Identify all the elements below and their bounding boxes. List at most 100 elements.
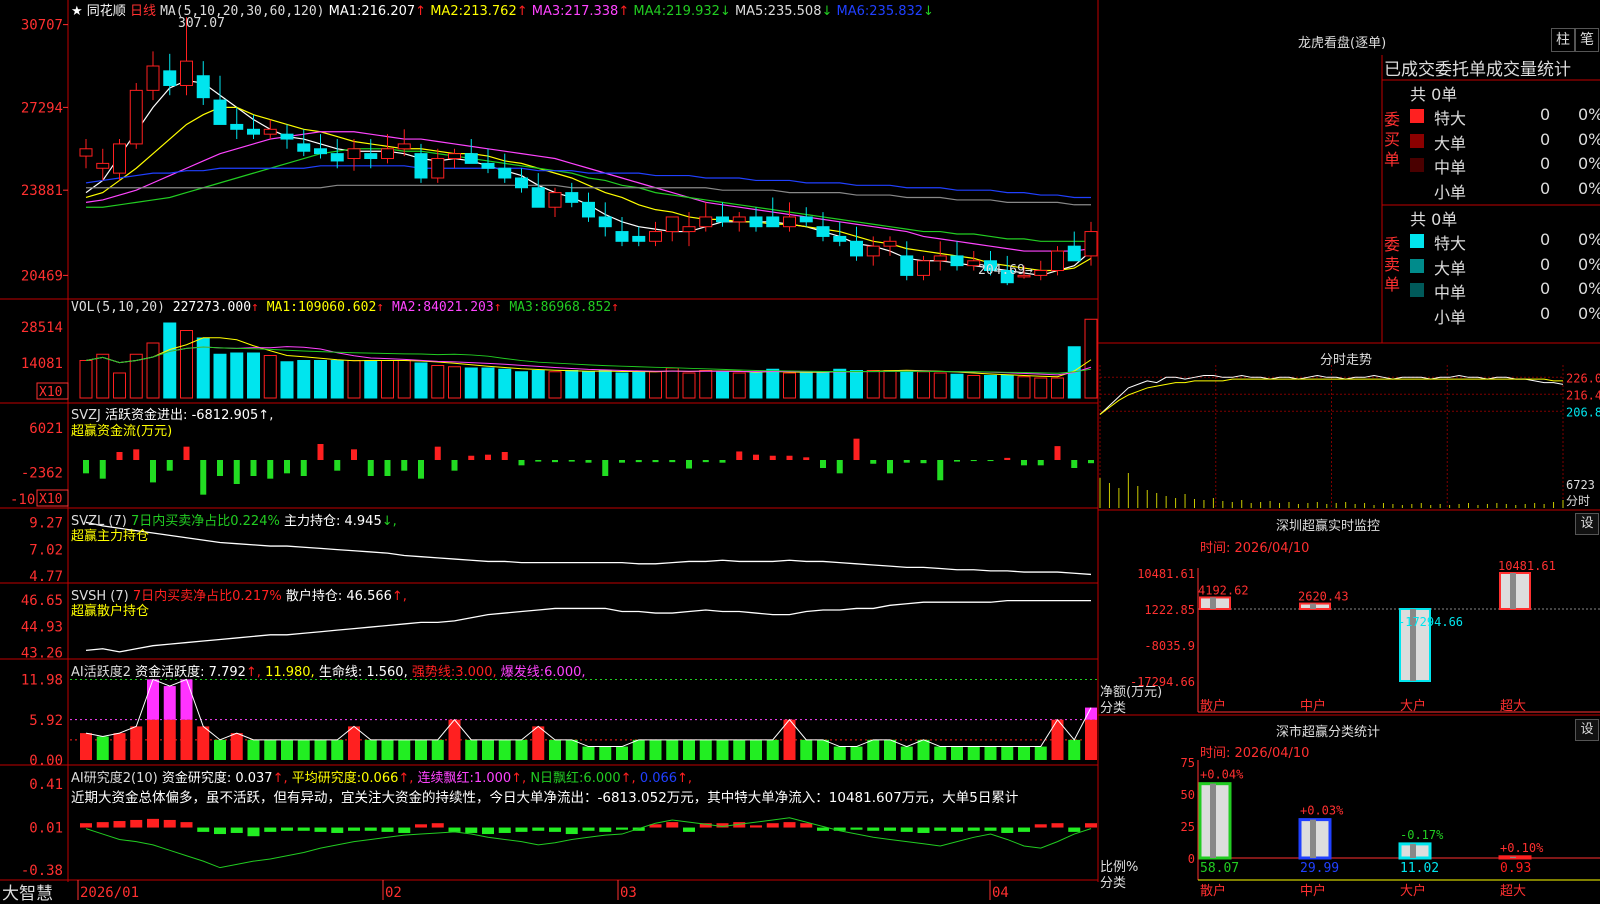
monitor-title: 深圳超赢实时监控 [1276,519,1381,534]
classify-tick-label: 75 [1181,756,1195,770]
ai-bar [616,746,628,760]
research-header: AI研究度2(10) 资金研究度: 0.037↑, 平均研究度:0.066↑, … [71,767,692,786]
candle [917,260,930,276]
svzj-bar [535,460,542,462]
intraday-vol-tick: 6723 [1566,478,1595,492]
vol-bar [984,375,997,399]
dragon-title: 龙虎看盘(逐单) [1298,36,1387,51]
ai-v5: 6.000, [544,665,586,680]
vol-tick-label: 14081 [21,356,63,372]
research-arr5: ↑, [677,771,693,786]
ai-bar [281,739,293,760]
svzj-bar [451,460,458,471]
ai-bar [1034,746,1047,760]
research-v4: 6.000 [583,771,621,786]
svzl-item: 7日内买卖净占比0.224% [130,514,280,529]
vol-bar [850,370,863,399]
svzj-bar [870,460,877,464]
vol-bar [598,370,612,399]
period-label[interactable]: 日线 [130,4,156,19]
ai-bar [364,739,377,760]
vol-bar [498,368,512,399]
svzj-bar [635,460,642,463]
candle [448,153,461,160]
svzj-bar [418,460,424,479]
row-name: 中单 [1434,283,1467,302]
svzj-bar [133,449,140,460]
vol-bar [766,368,780,399]
svzj-bar [267,460,274,479]
vol-ma3-value: 86968.852 [540,300,612,315]
svsh-value: 46.566 [346,589,392,604]
svzj-tick-label: -10 [10,492,35,508]
ai-bar [984,746,997,760]
classify-settings-button[interactable]: 设 [1575,719,1599,741]
vol-bar [632,371,646,399]
svzj-bar [501,452,508,460]
vol-bar [280,361,294,399]
ai-bar [80,733,92,760]
ma2-value: 213.762 [462,4,517,19]
ai-bar [415,739,427,760]
vol-bar [364,360,378,399]
svzj-bar [970,460,977,462]
research-bar [750,825,762,828]
candle [431,158,445,179]
vol-bar [314,360,327,399]
svsh-tick-label: 44.93 [21,620,63,636]
vol-header: VOL(5,10,20) 227273.000↑ MA1:109060.602↑… [71,300,619,315]
svzj-bar [686,460,692,469]
svzj-bar [1004,457,1011,460]
ai-v2: 11.980, [265,665,315,680]
ai-value: 7.792 [208,665,246,680]
candle [397,143,411,150]
research-bar [247,827,260,837]
price-tick-label: 27294 [21,100,63,116]
vol-bar [615,372,629,399]
svzj-bar [434,446,441,460]
candle [196,75,210,99]
svsh-tick-label: 43.26 [21,646,63,662]
monitor-bar-label: 大户 [1400,698,1426,714]
research-bar [984,827,997,831]
vol-bar [649,371,662,399]
row-value: 0 [1540,178,1551,198]
svzj-bar [619,460,625,463]
vol-bar [79,360,93,399]
sell-side-label: 委卖单 [1384,235,1401,294]
research-bar [113,821,126,828]
svsh-tick-label: 46.65 [21,593,63,609]
candle [263,128,277,135]
monitor-settings-button[interactable]: 设 [1575,513,1599,535]
ai-bar [348,726,360,760]
ai-bar [314,739,327,760]
monitor-bar-shade [1310,603,1316,609]
svzl-item2: 主力持仓: [283,514,341,529]
svzj-bar [887,460,893,474]
svzj-bar [702,460,709,463]
ai-title: AI活跃度2 [71,665,131,680]
vol-bar [531,370,545,399]
vol-bar [565,370,579,399]
ai-bar [1001,746,1014,760]
svzj-bar [401,460,408,471]
vol-bar [1000,375,1014,399]
ai-bar [599,746,612,760]
ma4-label: MA4: [633,4,667,19]
vol-tick-label: 28514 [21,320,63,336]
tick-mode-button[interactable]: 笔 [1575,28,1599,52]
bar-mode-button[interactable]: 柱 [1551,28,1575,52]
research-item2: 平均研究度: [291,771,362,786]
star-icon[interactable]: ★ [71,4,83,19]
classify-tick-label: 50 [1181,788,1195,802]
ai-bar [565,739,578,760]
vol-bar [548,371,562,399]
svzj-bar [719,460,726,463]
vol-bar [163,322,177,399]
main-chart-area[interactable]: 30707272942388120469307.07204.69→2851414… [0,0,1600,900]
x-tick-label: 03 [620,885,637,900]
ai-bar [699,739,712,760]
monitor-bar-value: 10481.61 [1498,559,1556,573]
row-percent: 0% [1578,303,1600,323]
vol-bar [96,353,110,399]
